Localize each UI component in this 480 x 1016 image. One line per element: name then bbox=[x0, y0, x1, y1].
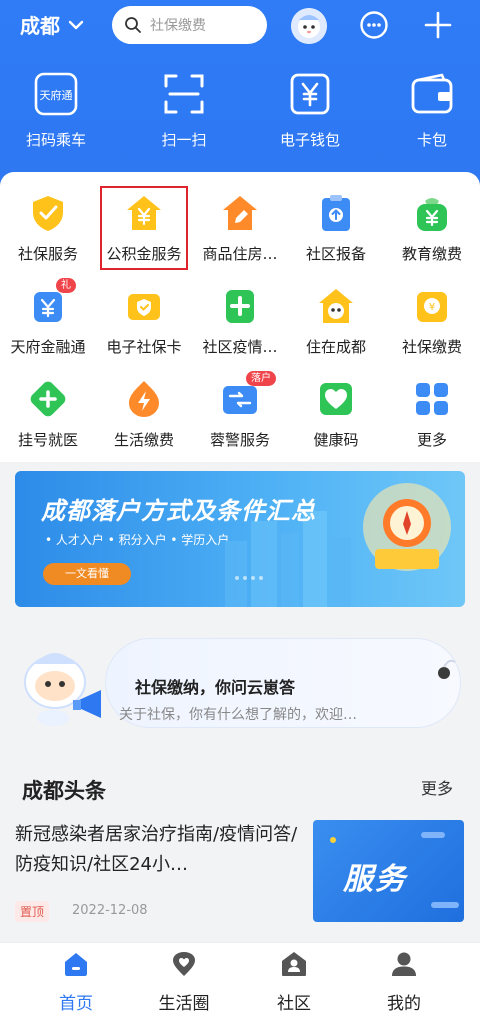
service-label: 挂号就医 bbox=[17, 431, 78, 449]
service-education-fee[interactable]: 教育缴费 bbox=[384, 193, 480, 264]
thumbnail-text: 服务 bbox=[343, 862, 407, 897]
service-life-payment[interactable]: 生活缴费 bbox=[96, 379, 192, 450]
service-community-epidemic[interactable]: 社区疫情… bbox=[192, 286, 288, 357]
heart-location-icon bbox=[173, 952, 195, 976]
service-community-report[interactable]: 社区报备 bbox=[288, 193, 384, 264]
quick-ride-code[interactable]: 天府通 扫码乘车 bbox=[8, 70, 104, 150]
search-placeholder: 社保缴费 bbox=[150, 18, 206, 34]
city-selector[interactable]: 成都 bbox=[20, 10, 84, 39]
quick-label: 电子钱包 bbox=[279, 131, 340, 149]
bag-yen-icon bbox=[417, 198, 447, 231]
highlight-box bbox=[100, 186, 188, 270]
quick-label: 扫一扫 bbox=[161, 131, 207, 149]
home-icon bbox=[65, 953, 87, 976]
tab-label: 社区 bbox=[277, 994, 311, 1014]
bottom-nav: 首页 生活圈 社区 我的 bbox=[0, 942, 480, 1016]
quick-card-wallet[interactable]: 卡包 bbox=[384, 70, 480, 150]
carousel-dots bbox=[235, 576, 267, 580]
tab-label: 我的 bbox=[387, 994, 421, 1014]
service-label: 教育缴费 bbox=[401, 245, 462, 263]
wallet-yen-icon bbox=[290, 73, 330, 115]
service-label: 社保服务 bbox=[17, 245, 78, 263]
service-registration-medical[interactable]: 挂号就医 bbox=[0, 379, 96, 450]
service-police[interactable]: 落户 蓉警服务 bbox=[192, 371, 288, 450]
assistant-card[interactable]: 社保缴纳，你问云崽答 关于社保，你有什么想了解的，欢迎… bbox=[15, 634, 465, 734]
tianfu-card-icon: 天府通 bbox=[34, 72, 78, 116]
service-label: 蓉警服务 bbox=[209, 431, 270, 449]
tab-mine[interactable]: 我的 bbox=[356, 951, 452, 1014]
service-label: 天府金融通 bbox=[10, 338, 86, 356]
card-wallet-icon bbox=[411, 73, 453, 114]
service-label: 更多 bbox=[416, 431, 447, 449]
service-label: 社区报备 bbox=[305, 245, 366, 263]
news-headline[interactable]: 新冠感染者居家治疗指南/疫情问答/防疫知识/社区24小… bbox=[15, 820, 300, 880]
grid-more-icon bbox=[416, 383, 448, 415]
mascot-robot-icon bbox=[24, 653, 101, 726]
service-live-in-chengdu[interactable]: 住在成都 bbox=[288, 286, 384, 357]
tab-label: 首页 bbox=[59, 994, 93, 1014]
tab-label: 生活圈 bbox=[158, 994, 210, 1014]
service-label: 社区疫情… bbox=[202, 338, 278, 356]
tab-home[interactable]: 首页 bbox=[28, 951, 124, 1014]
profile-icon bbox=[392, 952, 416, 976]
news-section-title: 成都头条 bbox=[22, 779, 106, 803]
city-label: 成都 bbox=[20, 14, 60, 38]
service-label: 社保缴费 bbox=[401, 338, 462, 356]
service-label: 电子社保卡 bbox=[106, 338, 182, 356]
banner-button[interactable]: 一文看懂 bbox=[43, 563, 131, 585]
clipboard-up-icon bbox=[322, 195, 350, 231]
mascot-avatar-icon bbox=[291, 8, 327, 44]
assistant-subtitle: 关于社保，你有什么想了解的，欢迎… bbox=[119, 707, 357, 723]
quick-e-wallet[interactable]: 电子钱包 bbox=[262, 70, 358, 150]
top-bar: 成都 社保缴费 bbox=[0, 0, 480, 52]
lightning-icon bbox=[129, 381, 159, 417]
service-more[interactable]: 更多 bbox=[384, 379, 480, 450]
news-date: 2022-12-08 bbox=[72, 903, 148, 918]
scan-icon bbox=[164, 74, 204, 114]
quick-label: 卡包 bbox=[416, 131, 447, 149]
settle-badge: 落户 bbox=[246, 371, 276, 386]
panda-house-icon bbox=[319, 289, 353, 323]
pinned-tag: 置顶 bbox=[15, 901, 50, 922]
message-icon[interactable] bbox=[359, 10, 389, 40]
service-health-code[interactable]: 健康码 bbox=[288, 379, 384, 450]
service-commercial-housing[interactable]: 商品住房… bbox=[192, 193, 288, 264]
tab-community[interactable]: 社区 bbox=[246, 951, 342, 1014]
service-label: 商品住房… bbox=[202, 245, 278, 263]
tianfu-logo-text: 天府通 bbox=[40, 88, 73, 102]
wallet-coin-icon: ¥ bbox=[417, 292, 447, 322]
medical-cross-icon bbox=[30, 381, 66, 417]
tab-life-circle[interactable]: 生活圈 bbox=[136, 951, 232, 1014]
service-social-payment[interactable]: ¥ 社保缴费 bbox=[384, 286, 480, 357]
svg-text:¥: ¥ bbox=[429, 302, 435, 313]
service-social-security[interactable]: 社保服务 bbox=[0, 193, 96, 264]
tag-pin-icon bbox=[438, 659, 456, 679]
banner-title: 成都落户方式及条件汇总 bbox=[41, 497, 316, 525]
medical-shield-icon bbox=[226, 290, 254, 323]
plus-icon[interactable] bbox=[423, 10, 453, 40]
shield-card-icon bbox=[128, 294, 160, 320]
house-pen-icon bbox=[223, 196, 257, 230]
banner-subtitle: • 人才入户 • 积分入户 • 学历入户 bbox=[45, 533, 230, 547]
gift-badge: 礼 bbox=[56, 278, 76, 293]
search-icon bbox=[125, 17, 141, 33]
settlement-banner[interactable]: 成都落户方式及条件汇总 • 人才入户 • 积分入户 • 学历入户 一文看懂 bbox=[15, 471, 465, 607]
chevron-down-icon bbox=[68, 20, 84, 29]
app-header: 成都 社保缴费 天府通 扫码乘车 扫一扫 电子钱包 卡包 bbox=[0, 0, 480, 185]
service-label: 生活缴费 bbox=[113, 431, 174, 449]
service-label: 住在成都 bbox=[305, 338, 366, 356]
avatar[interactable] bbox=[291, 8, 327, 44]
shield-check-icon bbox=[33, 196, 63, 231]
heart-check-icon bbox=[320, 383, 352, 415]
service-label: 健康码 bbox=[313, 431, 359, 449]
quick-label: 扫码乘车 bbox=[25, 131, 86, 149]
community-icon bbox=[282, 952, 306, 976]
news-more-link[interactable]: 更多 bbox=[421, 775, 453, 799]
search-input[interactable]: 社保缴费 bbox=[112, 6, 267, 44]
service-tianfu-finance[interactable]: 礼 天府金融通 bbox=[0, 278, 96, 357]
quick-scan[interactable]: 扫一扫 bbox=[136, 70, 232, 150]
news-thumbnail[interactable]: 服务 bbox=[313, 820, 464, 922]
assistant-title: 社保缴纳，你问云崽答 bbox=[135, 678, 296, 697]
service-e-social-card[interactable]: 电子社保卡 bbox=[96, 286, 192, 357]
